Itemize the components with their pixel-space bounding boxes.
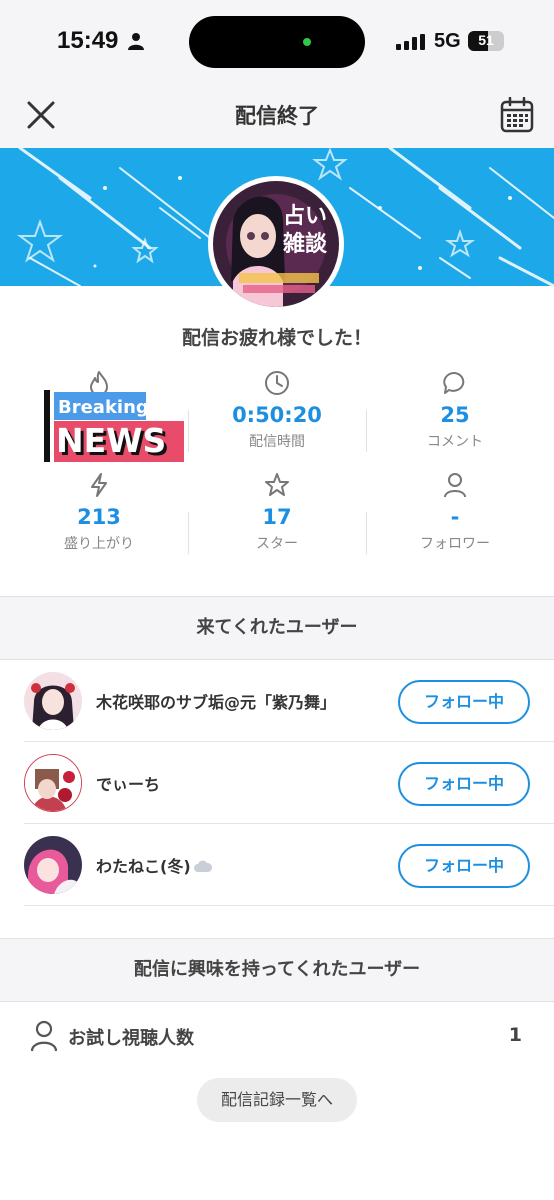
user-name: 木花咲耶のサブ垢@元「紫乃舞」 [96, 693, 337, 712]
battery-icon: 51 [468, 31, 504, 51]
star-icon [265, 473, 289, 496]
following-button[interactable]: フォロー中 [398, 844, 530, 888]
person-status-icon [128, 33, 144, 50]
stat-label: 配信時間 [249, 434, 305, 450]
battery-level: 51 [478, 32, 494, 48]
visited-users-header: 来てくれたユーザー [0, 596, 554, 660]
stat-label: スター [256, 536, 298, 552]
divider [366, 410, 367, 452]
divider [366, 512, 367, 554]
stat-label: コメント [427, 434, 483, 450]
stat-label: 盛り上がり [64, 536, 134, 552]
interested-users-header: 配信に興味を持ってくれたユーザー [0, 938, 554, 1002]
streamer-avatar: 占い 雑談 [208, 176, 344, 312]
signal-icon [396, 34, 425, 50]
user-row[interactable]: でぃーち フォロー中 [24, 742, 554, 824]
dynamic-island [189, 16, 365, 68]
user-row[interactable]: 木花咲耶のサブ垢@元「紫乃舞」 フォロー中 [24, 660, 554, 742]
status-bar: 15:49 5G 51 [0, 0, 554, 86]
stat-value: 17 [262, 505, 292, 529]
svg-text:占い: 占い [283, 204, 327, 229]
following-button[interactable]: フォロー中 [398, 680, 530, 724]
calendar-icon[interactable] [500, 97, 534, 133]
stat-duration: 0:50:20 配信時間 [188, 368, 366, 451]
camera-indicator-icon [303, 38, 311, 46]
stat-value: 25 [440, 403, 470, 427]
comment-icon [443, 371, 465, 394]
trial-viewers-label: お試し視聴人数 [68, 1028, 194, 1049]
header: 配信終了 [0, 86, 554, 148]
divider [188, 512, 189, 554]
user-avatar[interactable] [24, 754, 82, 812]
divider [188, 410, 189, 452]
user-name: わたねこ(冬) [96, 853, 213, 877]
following-button[interactable]: フォロー中 [398, 762, 530, 806]
person-icon [30, 1020, 58, 1052]
avatar-illustration: 占い 雑談 [213, 181, 339, 307]
cloud-icon [193, 860, 212, 872]
stat-value: - [450, 505, 460, 529]
stat-value: 213 [77, 505, 121, 529]
page-title: 配信終了 [235, 104, 319, 128]
user-row[interactable]: わたねこ(冬) フォロー中 [24, 824, 554, 906]
user-name: でぃーち [96, 775, 161, 794]
stat-followers: - フォロワー [366, 470, 544, 553]
stat-excitement: 213 盛り上がり [10, 470, 188, 553]
stat-value: 0:50:20 [232, 403, 322, 427]
stat-label: フォロワー [420, 536, 490, 552]
breaking-news-sticker: Breaking NEWS NEWS [44, 388, 184, 464]
person-icon [444, 473, 466, 498]
user-avatar[interactable] [24, 672, 82, 730]
trial-viewers-count: 1 [508, 1024, 522, 1046]
user-avatar[interactable] [24, 836, 82, 894]
breaking-news-graphic: Breaking NEWS NEWS [44, 390, 184, 463]
stat-comments: 25 コメント [366, 368, 544, 451]
stream-history-button[interactable]: 配信記録一覧へ [197, 1078, 357, 1122]
thanks-message: 配信お疲れ様でした！ [181, 327, 372, 349]
clock-icon [265, 371, 289, 395]
status-time: 15:49 [57, 27, 119, 54]
lightning-icon [91, 473, 107, 497]
stat-stars: 17 スター [188, 470, 366, 553]
trial-viewers-row: お試し視聴人数 1 [30, 1016, 530, 1056]
news-line2: NEWS [56, 421, 166, 460]
news-line1: Breaking [58, 397, 149, 418]
svg-text:雑談: 雑談 [282, 231, 328, 257]
network-type: 5G [434, 30, 461, 52]
